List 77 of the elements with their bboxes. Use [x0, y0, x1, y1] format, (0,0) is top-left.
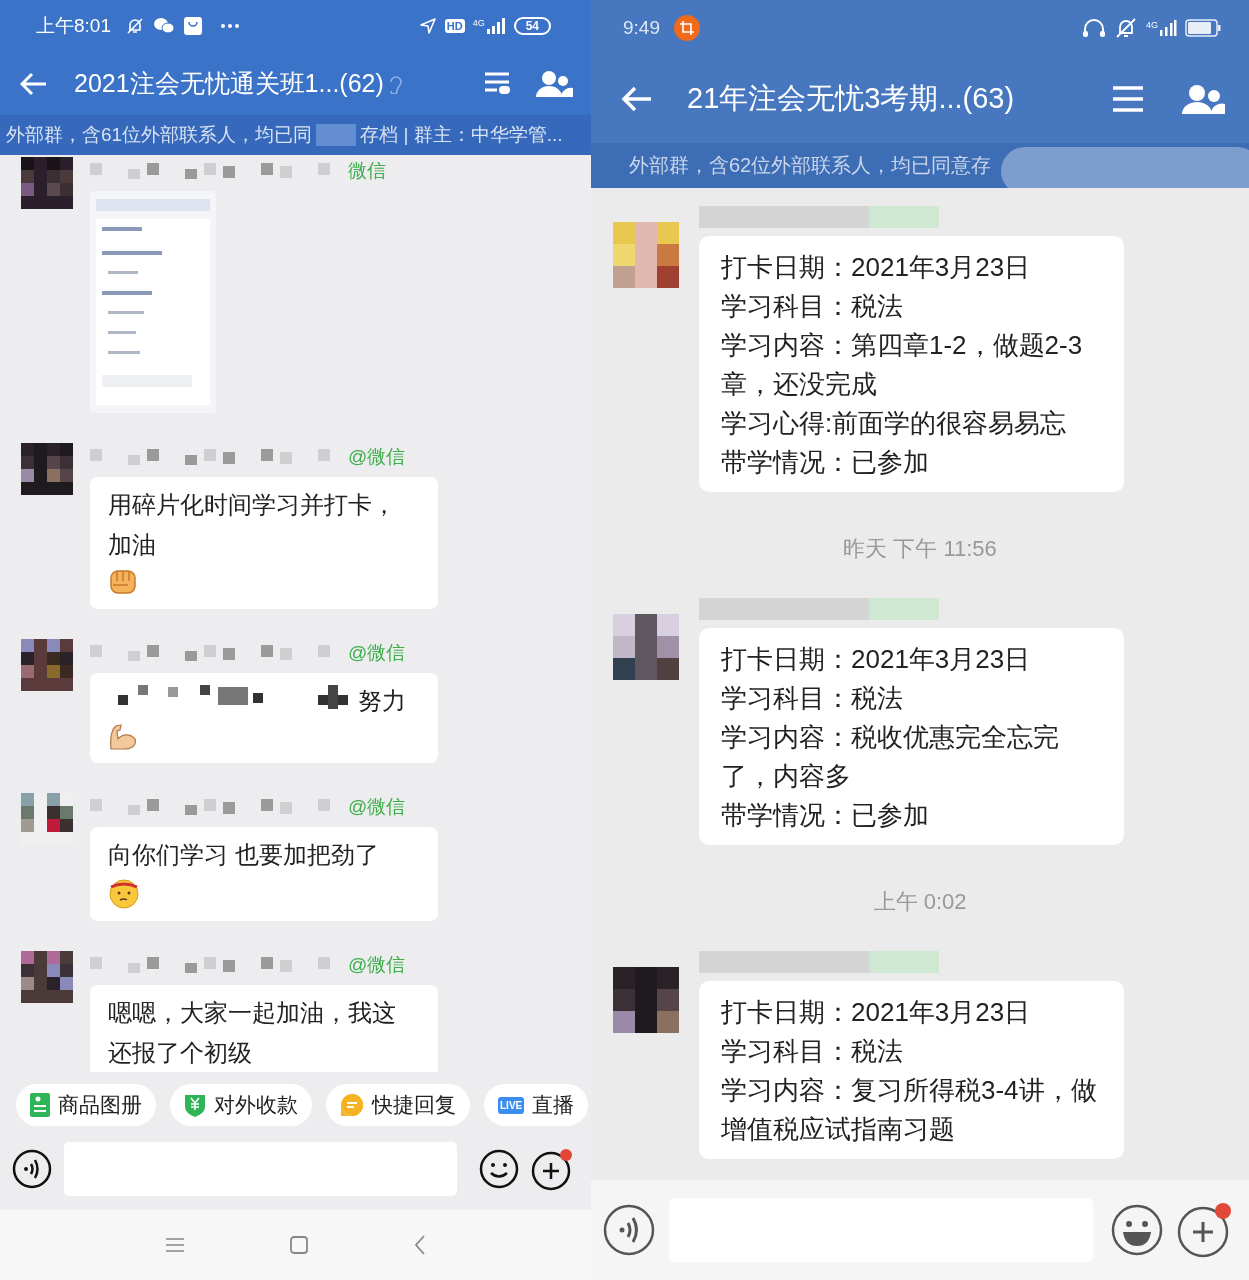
- shield-yuan-icon: [184, 1093, 206, 1117]
- source-tag: @微信: [348, 952, 406, 978]
- flexed-arm-emoji-icon: [108, 723, 138, 751]
- avatar: [613, 222, 679, 288]
- group-info-text: 外部群，含61位外部联系人，均已同: [6, 123, 313, 147]
- network-label: 4G: [472, 18, 485, 28]
- signal-icon: [1159, 19, 1177, 36]
- card-line: 学习内容：税收优惠完全忘完了，内容多: [721, 721, 1060, 793]
- card-line: 学习内容：第四章1-2，做题2-3章，还没完成: [721, 329, 1084, 401]
- card-line: 打卡日期：2021年3月23日: [721, 996, 1032, 1029]
- avatar: [613, 614, 679, 680]
- add-icon[interactable]: [1177, 1202, 1233, 1258]
- card-line: 学习科目：税法: [721, 682, 904, 715]
- group-members-icon[interactable]: [535, 69, 573, 98]
- timestamp: 上午 0:02: [872, 888, 968, 916]
- bag-icon: [183, 16, 203, 36]
- status-time: 9:49: [623, 16, 660, 39]
- message-text: 努力: [358, 687, 406, 714]
- source-tag: @微信: [348, 444, 406, 470]
- avatar: [21, 443, 73, 495]
- chat-title: 2021注会无忧通关班1...(62): [74, 68, 384, 99]
- back-arrow-icon[interactable]: [621, 85, 653, 113]
- card-line: 打卡日期：2021年3月23日: [721, 643, 1032, 676]
- shortcut-chip[interactable]: 商品图册: [16, 1084, 156, 1126]
- crop-icon: [674, 14, 700, 41]
- card-line: 带学情况：已参加: [721, 446, 930, 479]
- group-info-text: 外部群，含62位外部联系人，均已同意存: [629, 153, 992, 178]
- voice-icon[interactable]: [603, 1204, 655, 1256]
- hd-badge: HD: [444, 19, 465, 33]
- location-arrow-icon: [418, 17, 437, 35]
- quick-reply-icon: [340, 1093, 364, 1117]
- back-arrow-icon[interactable]: [20, 71, 48, 96]
- emoji-icon[interactable]: [1111, 1204, 1163, 1256]
- chat-title: 21年注会无忧3考期...(63): [687, 81, 1015, 116]
- message-text: 嗯嗯，大家一起加油，我这还报了个初级: [108, 999, 396, 1066]
- avatar: [21, 157, 73, 209]
- source-tag: @微信: [348, 640, 406, 666]
- card-line: 学习内容：复习所得税3-4讲，做增值税应试指南习题: [721, 1074, 1098, 1146]
- live-badge: LIVE: [498, 1096, 525, 1114]
- network-label: 4G: [1146, 19, 1158, 30]
- list-settings-icon[interactable]: [483, 70, 511, 97]
- avatar: [21, 639, 73, 691]
- card-line: 学习心得:前面学的很容易易忘: [721, 407, 1068, 440]
- group-members-icon[interactable]: [1181, 84, 1225, 114]
- headset-icon: [1082, 17, 1106, 38]
- battery-icon: [1185, 18, 1221, 37]
- card-line: 学习科目：税法: [721, 1035, 904, 1068]
- face-emoji-icon: [108, 877, 140, 909]
- home-square-icon[interactable]: [288, 1235, 309, 1255]
- chat-bubbles-icon: [153, 17, 175, 35]
- add-icon[interactable]: [531, 1147, 575, 1191]
- signal-icon: [485, 18, 506, 34]
- album-icon: [30, 1093, 50, 1117]
- fist-emoji-icon: [108, 567, 138, 597]
- ear-icon: [387, 73, 402, 94]
- card-line: 学习科目：税法: [721, 290, 904, 323]
- shortcut-chip[interactable]: LIVE 直播: [484, 1084, 589, 1126]
- group-info-text: 存档 | 群主：中华学管...: [360, 123, 563, 147]
- voice-icon[interactable]: [12, 1149, 52, 1189]
- card-line: 带学情况：已参加: [721, 799, 930, 832]
- timestamp: 昨天 下午 11:56: [842, 535, 998, 563]
- message-text: 用碎片化时间学习并打卡，加油: [108, 491, 396, 558]
- avatar: [21, 951, 73, 1003]
- emoji-icon[interactable]: [479, 1149, 519, 1189]
- source-tag: @微信: [348, 794, 406, 820]
- muted-bell-icon: [125, 16, 145, 36]
- status-time: 上午8:01: [36, 14, 111, 38]
- message-text: 向你们学习 也要加把劲了: [108, 841, 379, 868]
- muted-bell-icon: [1114, 16, 1138, 39]
- card-line: 打卡日期：2021年3月23日: [721, 251, 1032, 284]
- avatar: [613, 967, 679, 1033]
- shortcut-chip[interactable]: 快捷回复: [326, 1084, 470, 1126]
- redaction-mark: [316, 124, 357, 146]
- shortcut-chip[interactable]: 对外收款: [170, 1084, 312, 1126]
- back-chevron-icon[interactable]: [412, 1234, 427, 1256]
- source-tag: 微信: [348, 158, 386, 184]
- battery-level: 54: [513, 17, 551, 35]
